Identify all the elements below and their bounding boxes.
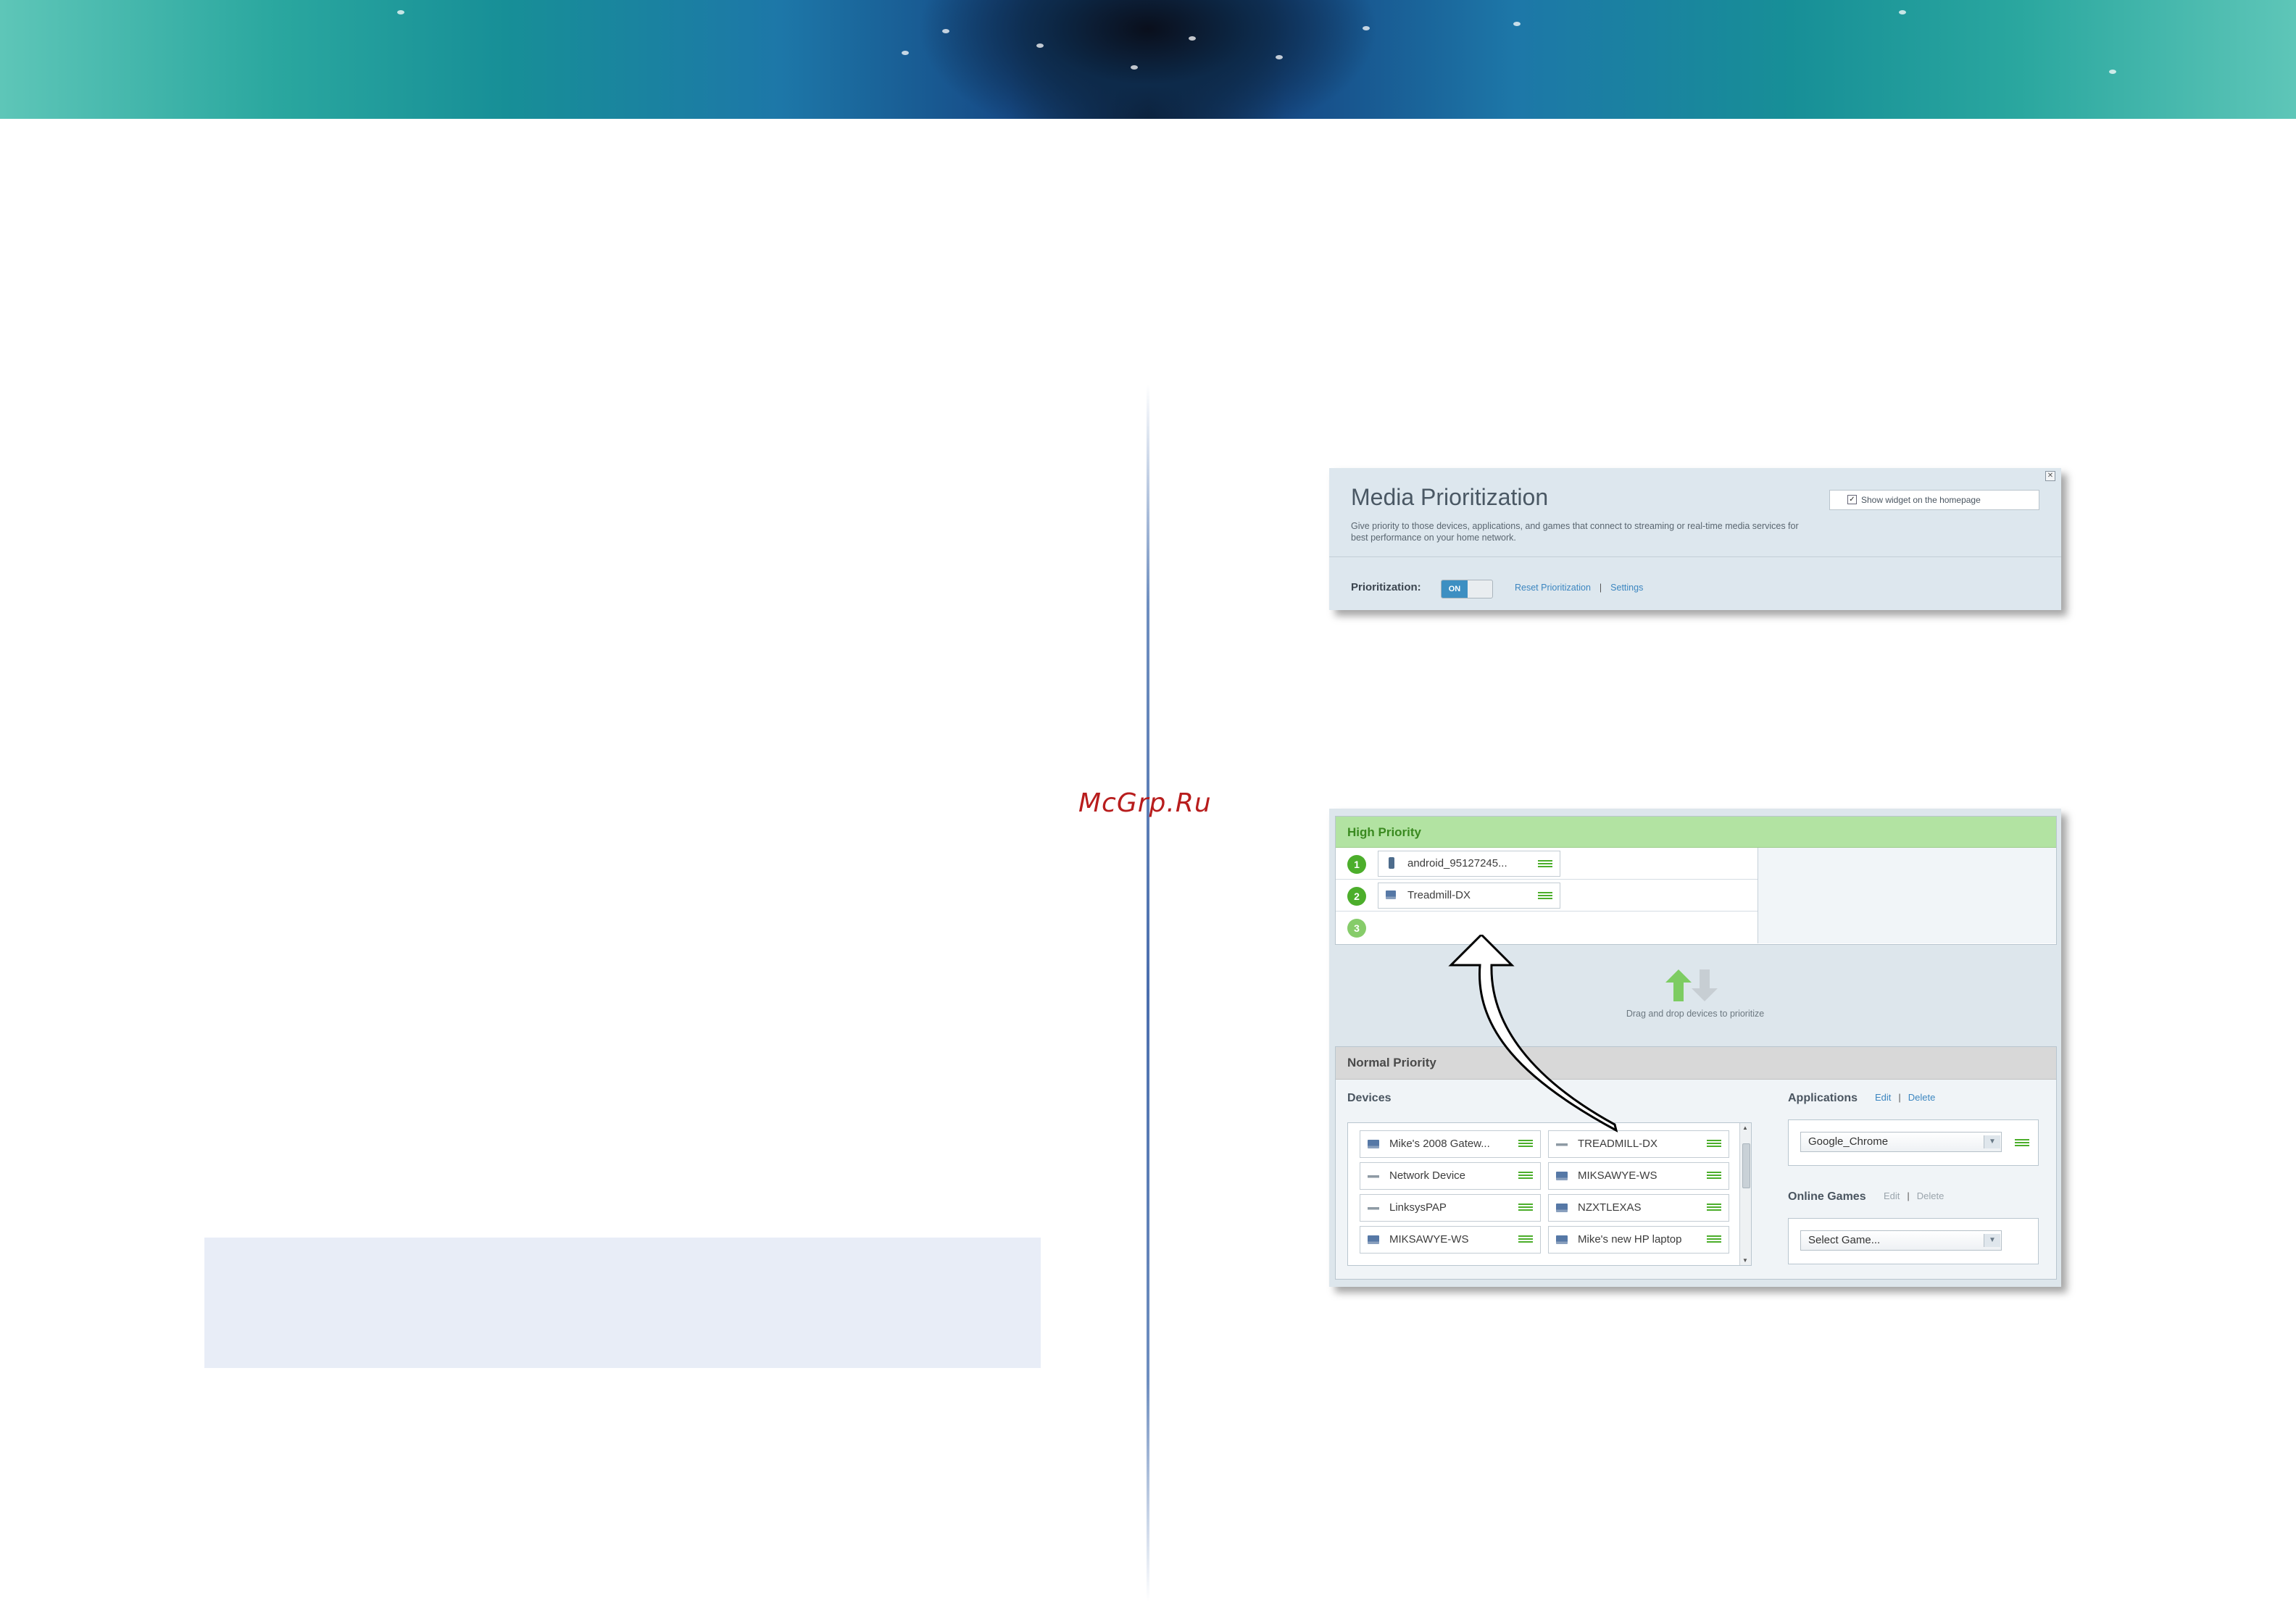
media-prioritization-widget: ✕ Media Prioritization Give priority to … xyxy=(1329,468,2061,610)
device-name: Mike's new HP laptop xyxy=(1578,1233,1682,1246)
scroll-down-icon[interactable]: ▼ xyxy=(1742,1257,1748,1264)
drag-handle-icon[interactable] xyxy=(1518,1204,1533,1211)
router-icon xyxy=(1368,1172,1379,1180)
drag-handle-icon[interactable] xyxy=(1707,1172,1721,1179)
close-icon[interactable]: ✕ xyxy=(2045,471,2055,481)
devices-label: Devices xyxy=(1347,1092,1392,1104)
toggle-on-label: ON xyxy=(1442,580,1468,598)
scroll-thumb[interactable] xyxy=(1742,1143,1750,1188)
prioritization-label: Prioritization: xyxy=(1351,581,1421,593)
list-item[interactable]: LinksysPAP xyxy=(1360,1194,1541,1222)
list-item[interactable]: NZXTLEXAS xyxy=(1548,1194,1729,1222)
games-delete-link[interactable]: Delete xyxy=(1917,1190,1944,1201)
drag-direction-arrow xyxy=(1448,935,1618,1133)
online-games-links: Edit | Delete xyxy=(1884,1190,1944,1201)
high-priority-header: High Priority xyxy=(1336,817,2056,848)
note-box xyxy=(204,1238,1041,1368)
device-chip[interactable]: Treadmill-DX xyxy=(1378,883,1560,909)
show-widget-checkbox[interactable]: ✓ xyxy=(1847,495,1857,505)
computer-icon xyxy=(1368,1140,1379,1148)
watermark: McGrp.Ru xyxy=(1078,788,1212,818)
slot-number-badge: 2 xyxy=(1347,887,1366,906)
router-icon xyxy=(1368,1204,1379,1212)
link-separator: | xyxy=(1898,1092,1901,1103)
widget-links: Reset Prioritization | Settings xyxy=(1515,583,1643,593)
list-item[interactable]: MIKSAWYE-WS xyxy=(1360,1226,1541,1254)
priority-slot-2[interactable]: 2 Treadmill-DX xyxy=(1336,880,1758,912)
show-widget-label: Show widget on the homepage xyxy=(1861,495,1981,505)
drag-handle-icon[interactable] xyxy=(1518,1172,1533,1179)
widget-title: Media Prioritization xyxy=(1351,484,1549,510)
applications-box: Google_Chrome ▼ xyxy=(1788,1119,2039,1166)
chevron-down-icon[interactable]: ▼ xyxy=(1984,1234,2000,1247)
device-name: MIKSAWYE-WS xyxy=(1389,1233,1469,1246)
online-games-label: Online Games xyxy=(1788,1190,1866,1203)
device-name: MIKSAWYE-WS xyxy=(1578,1169,1657,1182)
applications-selected-value: Google_Chrome xyxy=(1808,1135,1889,1148)
computer-icon xyxy=(1556,1172,1568,1180)
slot-number-badge: 1 xyxy=(1347,855,1366,874)
up-down-arrows-icon xyxy=(1665,969,1718,1001)
prioritization-toggle[interactable]: ON xyxy=(1441,580,1493,598)
computer-icon xyxy=(1386,890,1396,899)
device-name: NZXTLEXAS xyxy=(1578,1201,1642,1214)
list-item[interactable]: Network Device xyxy=(1360,1162,1541,1190)
settings-link[interactable]: Settings xyxy=(1610,583,1643,593)
games-edit-link[interactable]: Edit xyxy=(1884,1190,1900,1201)
computer-icon xyxy=(1556,1235,1568,1244)
widget-description: Give priority to those devices, applicat… xyxy=(1351,521,1799,543)
chevron-down-icon[interactable]: ▼ xyxy=(1984,1135,2000,1148)
high-priority-slots: 1 android_95127245... 2 Treadmill-DX 3 xyxy=(1336,848,1758,943)
high-priority-drop-area[interactable] xyxy=(1758,848,2056,943)
reset-prioritization-link[interactable]: Reset Prioritization xyxy=(1515,583,1591,593)
applications-label: Applications xyxy=(1788,1092,1858,1104)
drag-handle-icon[interactable] xyxy=(1707,1235,1721,1243)
priority-panel: High Priority 1 android_95127245... 2 Tr… xyxy=(1329,809,2061,1287)
drag-handle-icon[interactable] xyxy=(1707,1140,1721,1147)
online-games-box: Select Game... ▼ xyxy=(1788,1218,2039,1264)
applications-links: Edit | Delete xyxy=(1875,1092,1935,1103)
applications-edit-link[interactable]: Edit xyxy=(1875,1092,1891,1103)
drag-handle-icon[interactable] xyxy=(1538,860,1552,867)
device-name: LinksysPAP xyxy=(1389,1201,1447,1214)
high-priority-title: High Priority xyxy=(1347,825,1422,839)
applications-delete-link[interactable]: Delete xyxy=(1908,1092,1936,1103)
device-list-scrollbar[interactable]: ▲ ▼ xyxy=(1739,1123,1751,1265)
priority-slot-1[interactable]: 1 android_95127245... xyxy=(1336,848,1758,880)
drag-handle-icon[interactable] xyxy=(1518,1235,1533,1243)
divider xyxy=(1329,556,2061,557)
drag-drop-hint: Drag and drop devices to prioritize xyxy=(1626,1009,1765,1019)
drag-handle-icon[interactable] xyxy=(2015,1139,2029,1146)
device-chip[interactable]: android_95127245... xyxy=(1378,851,1560,877)
list-item[interactable]: MIKSAWYE-WS xyxy=(1548,1162,1729,1190)
device-name: Treadmill-DX xyxy=(1407,889,1471,901)
high-priority-section: High Priority 1 android_95127245... 2 Tr… xyxy=(1335,816,2057,945)
drag-handle-icon[interactable] xyxy=(1707,1204,1721,1211)
link-separator: | xyxy=(1907,1190,1910,1201)
phone-icon xyxy=(1389,857,1394,869)
scroll-up-icon[interactable]: ▲ xyxy=(1742,1125,1748,1131)
device-name: Network Device xyxy=(1389,1169,1466,1182)
header-banner-image xyxy=(0,0,2296,119)
show-widget-option[interactable]: ✓ Show widget on the homepage xyxy=(1829,490,2039,510)
computer-icon xyxy=(1556,1204,1568,1212)
applications-select[interactable]: Google_Chrome ▼ xyxy=(1800,1132,2002,1152)
computer-icon xyxy=(1368,1235,1379,1244)
drag-handle-icon[interactable] xyxy=(1538,892,1552,899)
column-divider xyxy=(1147,384,1149,1601)
device-name: android_95127245... xyxy=(1407,857,1507,869)
slot-number-badge: 3 xyxy=(1347,919,1366,938)
link-separator: | xyxy=(1599,583,1602,593)
list-item[interactable]: Mike's new HP laptop xyxy=(1548,1226,1729,1254)
games-selected-value: Select Game... xyxy=(1808,1234,1881,1246)
online-games-select[interactable]: Select Game... ▼ xyxy=(1800,1230,2002,1251)
